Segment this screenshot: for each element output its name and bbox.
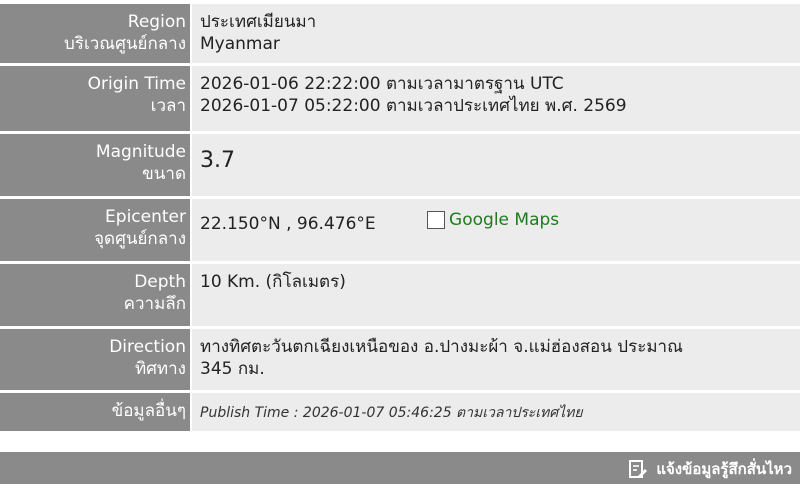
region-value-th: ประเทศเมียนมา bbox=[200, 12, 317, 32]
publish-time: Publish Time : 2026-01-07 05:46:25 ตามเว… bbox=[200, 405, 583, 421]
map-image-icon bbox=[427, 211, 446, 229]
footer-bar: แจ้งข้อมูลรู้สึกสั่นไหว bbox=[0, 452, 800, 484]
other-info-row: ข้อมูลอื่นๆ Publish Time : 2026-01-07 05… bbox=[0, 393, 800, 434]
origin-time-value-cell: 2026-01-06 22:22:00 ตามเวลามาตรฐาน UTC 2… bbox=[190, 66, 800, 134]
google-maps-link[interactable]: Google Maps bbox=[427, 209, 559, 231]
epicenter-label-th: จุดศูนย์กลาง bbox=[94, 229, 186, 249]
earthquake-detail-panel: Region บริเวณศูนย์กลาง ประเทศเมียนมา Mya… bbox=[0, 0, 800, 490]
depth-row: Depth ความลึก 10 Km. (กิโลเมตร) bbox=[0, 264, 800, 329]
magnitude-row: Magnitude ขนาด 3.7 bbox=[0, 134, 800, 199]
region-label-en: Region bbox=[127, 12, 186, 32]
direction-label-cell: Direction ทิศทาง bbox=[0, 329, 190, 393]
earthquake-info-table: Region บริเวณศูนย์กลาง ประเทศเมียนมา Mya… bbox=[0, 4, 800, 434]
direction-label-en: Direction bbox=[109, 337, 186, 357]
direction-line-1: ทางทิศตะวันตกเฉียงเหนือของ อ.ปางมะผ้า จ.… bbox=[200, 337, 683, 357]
epicenter-label-cell: Epicenter จุดศูนย์กลาง bbox=[0, 199, 190, 264]
direction-value-cell: ทางทิศตะวันตกเฉียงเหนือของ อ.ปางมะผ้า จ.… bbox=[190, 329, 800, 393]
epicenter-value-cell: 22.150°N , 96.476°E Google Maps bbox=[190, 199, 800, 264]
other-info-label-cell: ข้อมูลอื่นๆ bbox=[0, 393, 190, 434]
epicenter-line: 22.150°N , 96.476°E Google Maps bbox=[200, 209, 794, 235]
region-value-cell: ประเทศเมียนมา Myanmar bbox=[190, 4, 800, 66]
edit-document-icon bbox=[629, 460, 648, 478]
region-label-cell: Region บริเวณศูนย์กลาง bbox=[0, 4, 190, 66]
region-value-en: Myanmar bbox=[200, 34, 280, 54]
depth-label-en: Depth bbox=[134, 272, 186, 292]
origin-time-label-cell: Origin Time เวลา bbox=[0, 66, 190, 134]
report-felt-button[interactable]: แจ้งข้อมูลรู้สึกสั่นไหว bbox=[628, 457, 792, 481]
epicenter-coordinates: 22.150°N , 96.476°E bbox=[200, 214, 376, 234]
direction-line-2: 345 กม. bbox=[200, 359, 265, 379]
direction-label-th: ทิศทาง bbox=[134, 359, 186, 379]
magnitude-label-en: Magnitude bbox=[95, 142, 186, 162]
depth-value-cell: 10 Km. (กิโลเมตร) bbox=[190, 264, 800, 329]
magnitude-value: 3.7 bbox=[200, 148, 235, 173]
depth-value: 10 Km. (กิโลเมตร) bbox=[200, 272, 346, 292]
magnitude-label-th: ขนาด bbox=[142, 164, 186, 184]
google-maps-label[interactable]: Google Maps bbox=[449, 209, 559, 231]
origin-time-utc: 2026-01-06 22:22:00 ตามเวลามาตรฐาน UTC bbox=[200, 74, 564, 94]
magnitude-label-cell: Magnitude ขนาด bbox=[0, 134, 190, 199]
region-label-th: บริเวณศูนย์กลาง bbox=[64, 34, 186, 54]
origin-time-row: Origin Time เวลา 2026-01-06 22:22:00 ตาม… bbox=[0, 66, 800, 134]
origin-time-local: 2026-01-07 05:22:00 ตามเวลาประเทศไทย พ.ศ… bbox=[200, 96, 627, 116]
other-info-label: ข้อมูลอื่นๆ bbox=[111, 401, 186, 421]
region-row: Region บริเวณศูนย์กลาง ประเทศเมียนมา Mya… bbox=[0, 4, 800, 66]
origin-time-label-th: เวลา bbox=[150, 96, 186, 116]
other-info-value-cell: Publish Time : 2026-01-07 05:46:25 ตามเว… bbox=[190, 393, 800, 434]
magnitude-value-cell: 3.7 bbox=[190, 134, 800, 199]
report-felt-label[interactable]: แจ้งข้อมูลรู้สึกสั่นไหว bbox=[656, 457, 792, 481]
origin-time-label-en: Origin Time bbox=[87, 74, 186, 94]
epicenter-label-en: Epicenter bbox=[105, 207, 186, 227]
depth-label-cell: Depth ความลึก bbox=[0, 264, 190, 329]
epicenter-row: Epicenter จุดศูนย์กลาง 22.150°N , 96.476… bbox=[0, 199, 800, 264]
depth-label-th: ความลึก bbox=[123, 294, 186, 314]
direction-row: Direction ทิศทาง ทางทิศตะวันตกเฉียงเหนือ… bbox=[0, 329, 800, 393]
